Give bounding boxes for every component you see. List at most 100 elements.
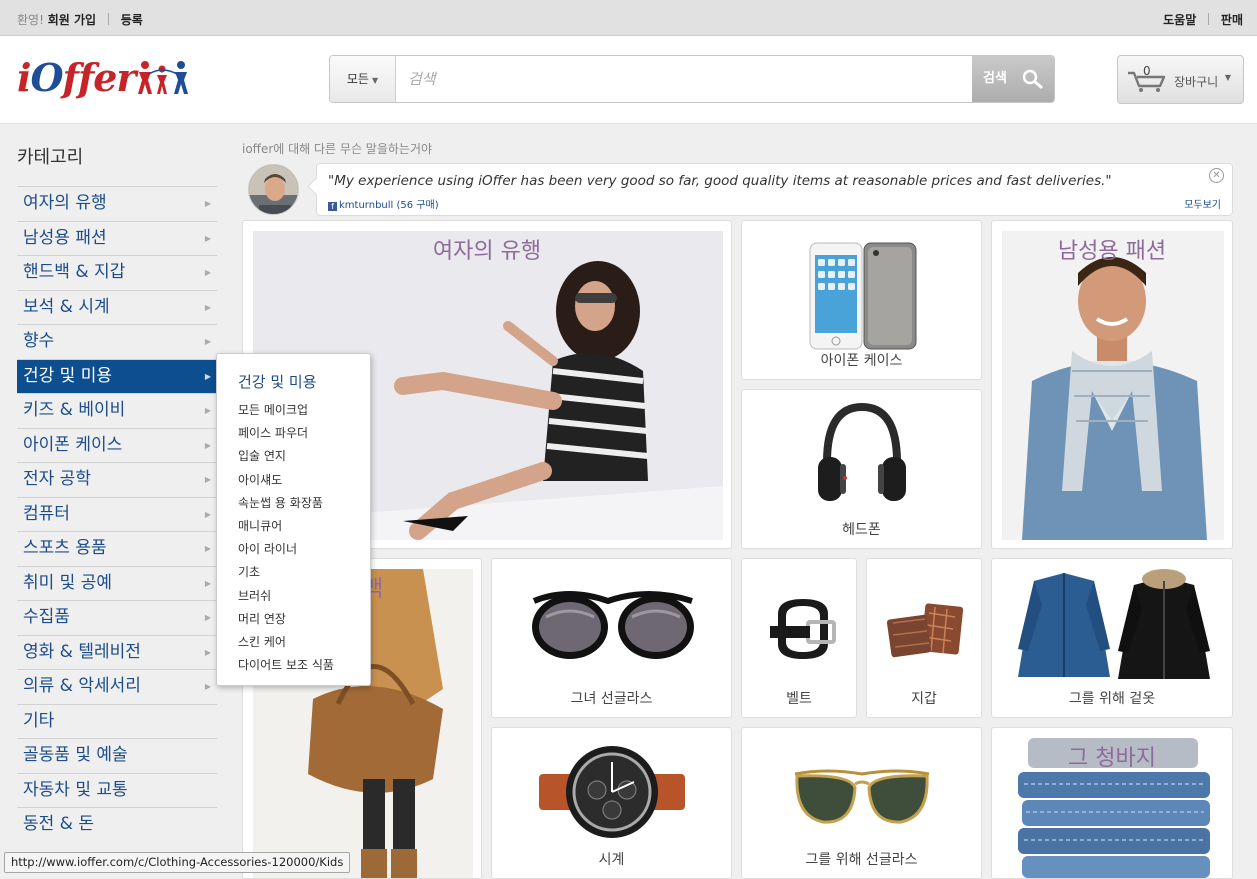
category-item[interactable]: 아이폰 케이스 ▶ [17, 427, 217, 463]
flyout-item[interactable]: 스킨 케어 [238, 634, 334, 657]
flyout-item[interactable]: 모든 메이크업 [238, 402, 334, 425]
chevron-right-icon: ▶ [204, 199, 211, 208]
tile-title: 그 청바지 [1068, 746, 1156, 771]
tile-wallet[interactable]: 지갑 [866, 558, 982, 718]
tile-title: 그녀 선글라스 [570, 691, 653, 707]
cart-count: 0 [1143, 64, 1151, 78]
tile-title: 그를 위해 겉옷 [1068, 691, 1156, 707]
ioffer-logo[interactable]: iOffer [17, 56, 197, 100]
category-item[interactable]: 핸드백 & 지갑 ▶ [17, 255, 217, 290]
category-item[interactable]: 영화 & 텔레비전 ▶ [17, 634, 217, 670]
search-button-label: 검색 [983, 71, 1007, 86]
flyout-title[interactable]: 건강 및 미용 [238, 371, 317, 392]
chevron-right-icon: ▶ [204, 578, 211, 588]
search-input[interactable] [398, 56, 972, 102]
flyout-item[interactable]: 입술 연지 [238, 448, 334, 471]
tile-mens-fashion[interactable]: 남성용 패션 [991, 220, 1233, 549]
tile-headphones[interactable]: 헤드폰 [741, 389, 982, 549]
tile-watch[interactable]: 시계 [491, 727, 732, 879]
tile-iphone-cases[interactable]: 아이폰 케이스 [741, 220, 982, 380]
chevron-right-icon: ▶ [204, 682, 211, 691]
flyout-item[interactable]: 아이 라이너 [238, 541, 334, 564]
tile-title: 시계 [598, 852, 625, 868]
help-link[interactable]: 도움말 [1163, 13, 1196, 27]
testimonial-author[interactable]: f kmturnbull (56 구매) [328, 196, 439, 211]
category-item[interactable]: 의류 & 악세서리 ▶ [17, 669, 217, 704]
category-heading: 카테고리 [17, 147, 84, 168]
chevron-right-icon: ▶ [204, 647, 211, 657]
flyout-item[interactable]: 브러쉬 [238, 588, 334, 611]
category-item[interactable]: 취미 및 공예 ▶ [17, 565, 217, 601]
category-item[interactable]: 남성용 패션 ▶ [17, 220, 217, 256]
category-item[interactable]: 컴퓨터 ▶ [17, 496, 217, 532]
tile-belt[interactable]: 벨트 [741, 558, 857, 718]
author-name: kmturnbull (56 구매) [339, 200, 439, 211]
search-button[interactable]: 검색 [972, 56, 1054, 102]
category-item[interactable]: 보석 & 시계 ▶ [17, 289, 217, 325]
tile-title: 헤드폰 [842, 522, 881, 538]
chevron-right-icon: ▶ [204, 544, 211, 553]
category-item[interactable]: 기타 [17, 703, 217, 739]
category-item[interactable]: 수집품 ▶ [17, 600, 217, 635]
cart-button[interactable]: 0 장바구니 ▼ [1117, 55, 1244, 104]
status-bar-url: http://www.ioffer.com/c/Clothing-Accesso… [4, 852, 351, 873]
flyout-item[interactable]: 기초 [238, 564, 334, 587]
flyout-item[interactable]: 속눈썹 용 화장품 [238, 495, 334, 518]
chevron-right-icon: ▶ [204, 406, 211, 415]
category-item[interactable]: 향수 ▶ [17, 324, 217, 359]
divider [1208, 13, 1210, 25]
belt-image [770, 599, 836, 659]
tile-title: 여자의 유행 [432, 239, 542, 264]
tile-title: 벨트 [786, 691, 812, 707]
flyout-item[interactable]: 아이섀도 [238, 472, 334, 495]
category-item-active[interactable]: 건강 및 미용 ▶ [17, 358, 217, 393]
see-all-link[interactable]: 모두보기 [1184, 196, 1221, 211]
outerwear-image [1018, 569, 1210, 679]
chevron-down-icon: ▼ [1224, 73, 1231, 82]
logo-text: iOffer [17, 55, 136, 100]
chevron-right-icon: ▶ [204, 337, 211, 346]
flyout-item[interactable]: 페이스 파우더 [238, 425, 334, 448]
category-item[interactable]: 스포츠 용품 ▶ [17, 531, 217, 566]
category-item[interactable]: 동전 & 돈 [17, 807, 217, 842]
flyout-item[interactable]: 머리 연장 [238, 611, 334, 634]
header: iOffer 모든▼ 검색 0 장바구 [0, 36, 1257, 124]
flyout-item[interactable]: 다이어트 보조 식품 [238, 657, 334, 680]
flyout-list: 모든 메이크업 페이스 파우더 입술 연지 아이섀도 속눈썹 용 화장품 매니큐… [238, 402, 334, 680]
chevron-right-icon: ▶ [204, 371, 211, 381]
chevron-right-icon: ▶ [204, 440, 211, 450]
chevron-right-icon: ▶ [204, 509, 211, 519]
aviator-sunglasses-image [794, 769, 930, 824]
avatar-image [249, 165, 298, 214]
sell-link[interactable]: 판매 [1221, 13, 1243, 27]
category-item[interactable]: 여자의 유행 ▶ [17, 186, 217, 221]
watch-image [539, 746, 685, 838]
search-icon [1022, 69, 1043, 89]
tile-title: 그를 위해 선글라스 [805, 852, 918, 868]
close-icon[interactable]: ✕ [1209, 168, 1224, 183]
top-bar-left: 환영! 회원 가입 등록 [17, 11, 143, 28]
tile-title: 아이폰 케이스 [820, 353, 903, 369]
category-item[interactable]: 골동품 및 예술 [17, 738, 217, 773]
testimonial-quote: "My experience using iOffer has been ver… [328, 173, 1112, 189]
category-item[interactable]: 전자 공학 ▶ [17, 462, 217, 497]
register-link[interactable]: 등록 [121, 13, 143, 27]
join-link[interactable]: 회원 가입 [48, 13, 96, 27]
tile-outerwear[interactable]: 그를 위해 겉옷 [991, 558, 1233, 718]
tile-sunglasses-her[interactable]: 그녀 선글라스 [491, 558, 732, 718]
tile-sunglasses-him[interactable]: 그를 위해 선글라스 [741, 727, 982, 879]
tile-jeans[interactable]: 그 청바지 [991, 727, 1233, 879]
divider [107, 13, 109, 25]
chevron-right-icon: ▶ [204, 233, 211, 243]
top-bar-right: 도움말 판매 [1163, 11, 1243, 28]
top-bar: 환영! 회원 가입 등록 도움말 판매 [0, 0, 1257, 36]
chevron-right-icon: ▶ [204, 302, 211, 312]
avatar [248, 164, 299, 215]
category-item[interactable]: 자동차 및 교통 [17, 772, 217, 808]
mens-fashion-image [1002, 231, 1224, 540]
logo-people-icon [138, 61, 188, 94]
search-category-dropdown[interactable]: 모든 ▼ [330, 56, 396, 102]
category-item[interactable]: 키즈 & 베이비 ▶ [17, 393, 217, 428]
tile-title: 남성용 패션 [1057, 239, 1167, 264]
flyout-item[interactable]: 매니큐어 [238, 518, 334, 541]
